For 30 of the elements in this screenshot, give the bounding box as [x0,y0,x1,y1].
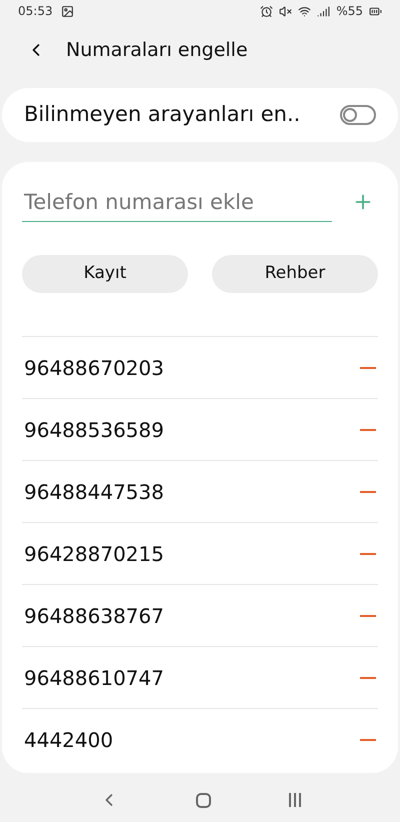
minus-icon [360,366,376,368]
page-title: Numaraları engelle [66,38,248,63]
phone-number-field[interactable]: Telefon numarası ekle [22,182,332,222]
blocked-number: 96488536589 [23,416,164,444]
blocked-number: 4442400 [23,727,114,754]
blocked-number: 96428870215 [23,540,164,568]
mute-icon [279,4,292,18]
minus-icon [360,739,376,741]
minus-icon [360,490,376,492]
unknown-callers-label: Bilinmeyen arayanları en.. [24,101,300,128]
home-button[interactable] [196,792,212,808]
blocked-number: 96488638767 [23,602,164,630]
minus-icon [360,552,376,554]
blocked-number: 96488670203 [23,354,164,382]
minus-icon [360,614,376,616]
blocked-number: 96488447538 [23,478,164,506]
battery-level: %55 [336,3,363,20]
battery-icon [369,4,382,18]
action-button[interactable]: Kayıt [22,255,188,293]
blocked-number: 96488610747 [23,664,164,692]
image-icon [60,4,74,18]
minus-icon [360,676,376,678]
minus-icon [360,428,376,430]
status-time: 05:53 [18,3,53,20]
recent-apps-button[interactable] [289,793,302,807]
signal-icon [317,4,330,18]
wifi-icon [298,4,312,18]
toggle-switch[interactable] [340,105,376,125]
action-button[interactable]: Rehber [212,255,378,293]
alarm-icon [260,4,274,18]
